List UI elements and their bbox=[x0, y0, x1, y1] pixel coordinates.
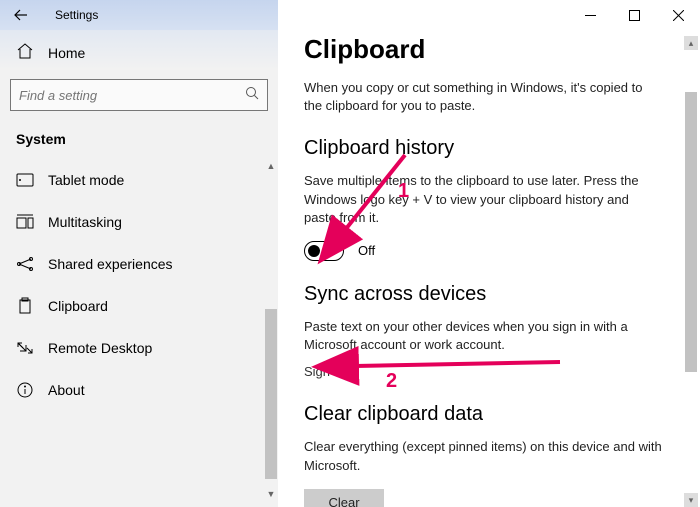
page-title: Clipboard bbox=[304, 34, 674, 65]
sync-desc: Paste text on your other devices when yo… bbox=[304, 318, 664, 354]
sidebar-item-about[interactable]: About bbox=[0, 369, 278, 411]
scrollbar-thumb[interactable] bbox=[265, 309, 277, 479]
minimize-button[interactable] bbox=[568, 0, 612, 30]
clipboard-icon bbox=[16, 297, 34, 315]
scroll-up-icon[interactable]: ▲ bbox=[264, 159, 278, 173]
scroll-up-icon[interactable]: ▴ bbox=[684, 36, 698, 50]
sidebar-item-label: About bbox=[48, 382, 85, 398]
sidebar-item-label: Clipboard bbox=[48, 298, 108, 314]
history-desc: Save multiple items to the clipboard to … bbox=[304, 172, 664, 227]
search-input[interactable] bbox=[10, 79, 268, 111]
info-icon bbox=[16, 381, 34, 399]
shared-icon bbox=[16, 255, 34, 273]
sidebar: Settings Home bbox=[0, 0, 278, 507]
home-icon bbox=[16, 42, 34, 63]
sidebar-item-clipboard[interactable]: Clipboard bbox=[0, 285, 278, 327]
window-title: Settings bbox=[55, 8, 98, 22]
sidebar-scrollbar[interactable]: ▲ ▼ bbox=[264, 159, 278, 501]
clear-button[interactable]: Clear bbox=[304, 489, 384, 507]
sidebar-item-remote-desktop[interactable]: Remote Desktop bbox=[0, 327, 278, 369]
sidebar-item-tablet-mode[interactable]: Tablet mode bbox=[0, 159, 278, 201]
window-title-bar: Settings bbox=[0, 0, 278, 30]
scroll-down-icon[interactable]: ▼ bbox=[264, 487, 278, 501]
multitasking-icon bbox=[16, 213, 34, 231]
tablet-icon bbox=[16, 171, 34, 189]
sidebar-item-label: Shared experiences bbox=[48, 256, 173, 272]
intro-text: When you copy or cut something in Window… bbox=[304, 79, 664, 115]
maximize-button[interactable] bbox=[612, 0, 656, 30]
content-pane: Clipboard When you copy or cut something… bbox=[278, 0, 700, 507]
search-field[interactable] bbox=[19, 88, 245, 103]
sidebar-item-shared-experiences[interactable]: Shared experiences bbox=[0, 243, 278, 285]
section-clipboard-history: Clipboard history bbox=[304, 137, 674, 160]
search-icon bbox=[245, 86, 259, 105]
scrollbar-thumb[interactable] bbox=[685, 92, 697, 372]
toggle-knob bbox=[308, 245, 320, 257]
back-button[interactable] bbox=[10, 4, 32, 26]
sidebar-group-label: System bbox=[0, 125, 278, 159]
content-scrollbar[interactable]: ▴ ▾ bbox=[684, 36, 698, 507]
remote-desktop-icon bbox=[16, 339, 34, 357]
section-clear: Clear clipboard data bbox=[304, 403, 674, 426]
toggle-state-label: Off bbox=[358, 243, 375, 258]
clear-desc: Clear everything (except pinned items) o… bbox=[304, 438, 664, 474]
sidebar-item-label: Tablet mode bbox=[48, 172, 124, 188]
sign-in-link[interactable]: Sign in bbox=[304, 364, 344, 379]
history-toggle[interactable] bbox=[304, 241, 344, 261]
sidebar-item-label: Remote Desktop bbox=[48, 340, 152, 356]
sidebar-home[interactable]: Home bbox=[0, 30, 278, 75]
window-controls bbox=[568, 0, 700, 30]
sidebar-item-label: Multitasking bbox=[48, 214, 122, 230]
sidebar-home-label: Home bbox=[48, 45, 85, 61]
section-sync: Sync across devices bbox=[304, 283, 674, 306]
sidebar-nav: Tablet mode Multitasking Shared exper bbox=[0, 159, 278, 501]
scroll-down-icon[interactable]: ▾ bbox=[684, 493, 698, 507]
sidebar-item-multitasking[interactable]: Multitasking bbox=[0, 201, 278, 243]
close-button[interactable] bbox=[656, 0, 700, 30]
